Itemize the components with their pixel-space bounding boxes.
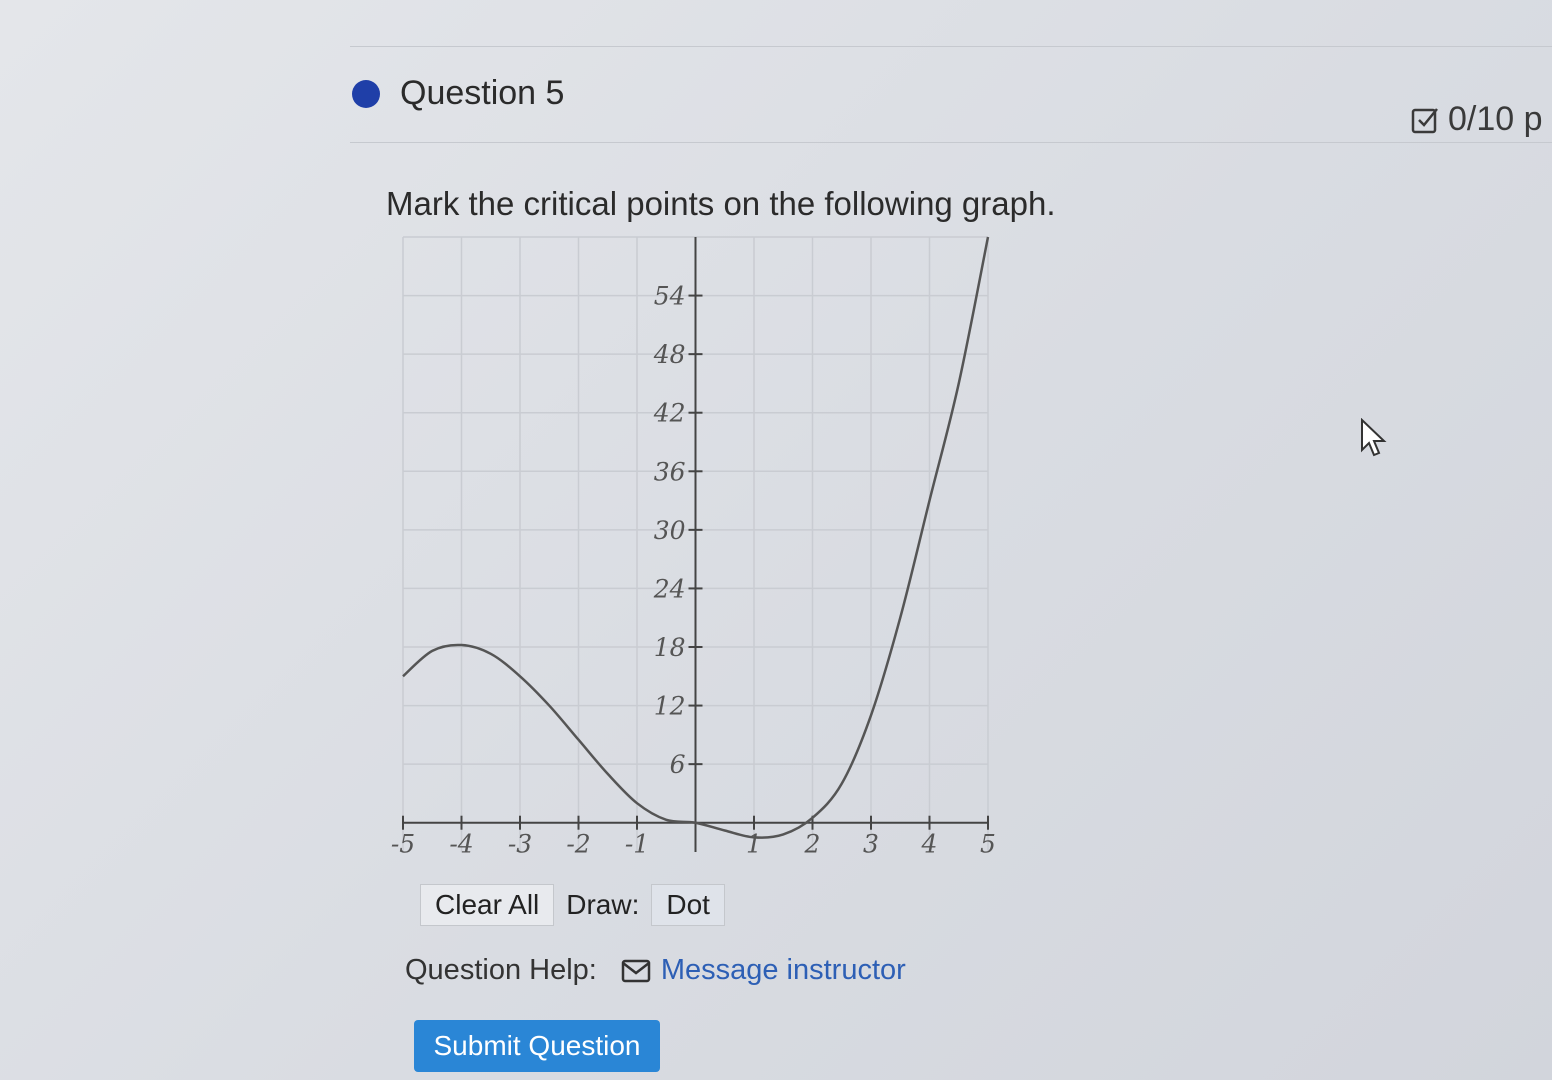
y-tick-label: 36 — [654, 457, 686, 486]
clear-all-button[interactable]: Clear All — [420, 884, 555, 926]
submit-question-button[interactable]: Submit Question — [414, 1020, 660, 1072]
score-text: 0/10 p — [1448, 100, 1543, 138]
y-tick-label: 42 — [653, 399, 686, 428]
mail-icon — [621, 959, 651, 982]
x-tick-label: 2 — [804, 830, 821, 859]
y-tick-label: 48 — [653, 340, 686, 369]
question-title: Question 5 — [400, 74, 565, 112]
question-help: Question Help: Message instructor — [405, 954, 906, 987]
question-prompt: Mark the critical points on the followin… — [386, 185, 1056, 222]
x-tick-label: 4 — [921, 830, 938, 859]
mouse-pointer-icon — [1361, 418, 1387, 457]
graph-controls: Clear All Draw: Dot — [420, 884, 725, 926]
x-tick-label: 5 — [980, 830, 996, 859]
y-tick-label: 24 — [653, 574, 686, 603]
x-tick-label: 3 — [863, 830, 879, 859]
y-tick-label: 12 — [654, 692, 686, 721]
x-tick-label: -2 — [566, 830, 590, 859]
message-instructor-link[interactable]: Message instructor — [661, 954, 906, 987]
graph-canvas[interactable]: -5 -4 -3 -2 -1 1 2 3 4 5 6 12 18 24 30 36 42 48 54 — [388, 232, 1028, 892]
y-tick-label: 30 — [654, 516, 686, 545]
y-tick-label: 6 — [670, 750, 686, 779]
checkbox-icon — [1411, 107, 1438, 133]
header-divider — [350, 142, 1552, 143]
x-tick-label: 1 — [746, 830, 762, 859]
top-divider — [350, 46, 1552, 47]
y-tick-label: 54 — [654, 282, 686, 311]
draw-label: Draw: — [566, 889, 640, 920]
question-status-dot — [352, 80, 380, 108]
y-tick-label: 18 — [654, 633, 686, 662]
question-help-label: Question Help: — [405, 954, 597, 986]
function-graph[interactable]: -5 -4 -3 -2 -1 1 2 3 4 561218243036424854 — [388, 232, 1028, 892]
draw-dot-button[interactable]: Dot — [651, 884, 725, 926]
x-tick-label: -5 — [391, 830, 415, 859]
x-tick-label: -1 — [625, 830, 649, 859]
x-tick-label: -3 — [508, 830, 532, 859]
x-tick-label: -4 — [449, 830, 473, 859]
score-indicator: 0/10 p — [1410, 100, 1543, 139]
